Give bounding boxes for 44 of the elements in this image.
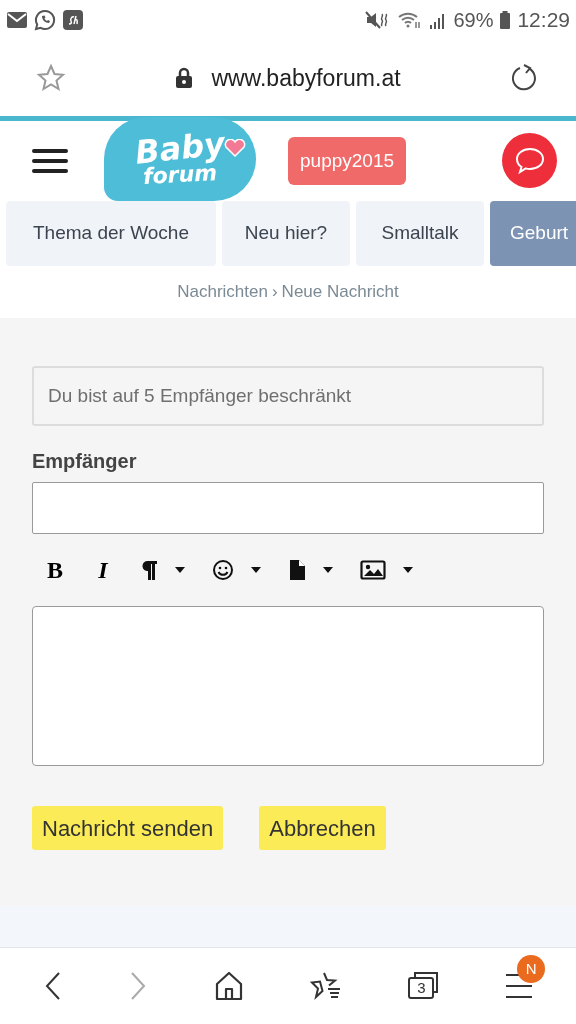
smiley-icon — [212, 559, 234, 581]
chat-button[interactable] — [502, 133, 557, 188]
phone-chat-icon — [34, 9, 56, 31]
home-icon[interactable] — [214, 971, 245, 1001]
clock: 12:29 — [517, 7, 570, 34]
nav-tab[interactable]: Thema der Woche — [6, 201, 216, 266]
tabs-icon — [407, 972, 440, 1000]
file-dropdown-button[interactable] — [288, 559, 334, 581]
caret-icon — [250, 566, 262, 574]
breadcrumb-separator: › — [271, 281, 278, 304]
emoji-dropdown-button[interactable] — [212, 559, 262, 581]
italic-button[interactable]: I — [92, 552, 114, 588]
caret-icon — [322, 566, 334, 574]
app-icon — [62, 9, 84, 31]
caret-icon — [174, 566, 186, 574]
bold-button[interactable]: B — [44, 552, 66, 588]
recipient-label: Empfänger — [32, 449, 138, 474]
menu-icon[interactable] — [32, 147, 68, 175]
heart-icon — [224, 139, 246, 157]
image-dropdown-button[interactable] — [360, 559, 414, 581]
file-icon — [288, 559, 306, 581]
image-icon — [360, 559, 386, 581]
message-field[interactable] — [32, 606, 544, 766]
mail-icon — [6, 11, 28, 29]
paragraph-dropdown-button[interactable] — [140, 559, 186, 581]
notice-box: Du bist auf 5 Empfänger beschränkt — [32, 366, 544, 426]
caret-icon — [402, 566, 414, 574]
cancel-button[interactable]: Abbrechen — [259, 806, 386, 850]
speech-bubble-icon — [513, 145, 546, 176]
send-button[interactable]: Nachricht senden — [32, 806, 224, 850]
nav-tab[interactable]: Smalltalk — [356, 201, 484, 266]
battery-icon — [499, 10, 512, 30]
paragraph-icon — [140, 559, 158, 581]
url-text[interactable]: www.babyforum.at — [211, 60, 401, 96]
star-icon[interactable] — [36, 63, 66, 93]
breadcrumb-current: Neue Nachricht — [281, 281, 399, 304]
battery-percent: 69% — [453, 8, 494, 33]
notification-badge: N — [517, 955, 546, 983]
lock-icon — [175, 67, 194, 89]
nav-tab[interactable]: Neu hier? — [222, 201, 350, 266]
recipient-field[interactable] — [32, 482, 544, 534]
breadcrumb-link[interactable]: Nachrichten — [177, 279, 268, 305]
tabs-button[interactable]: 3 — [407, 972, 440, 1000]
tab-count: 3 — [416, 979, 427, 997]
